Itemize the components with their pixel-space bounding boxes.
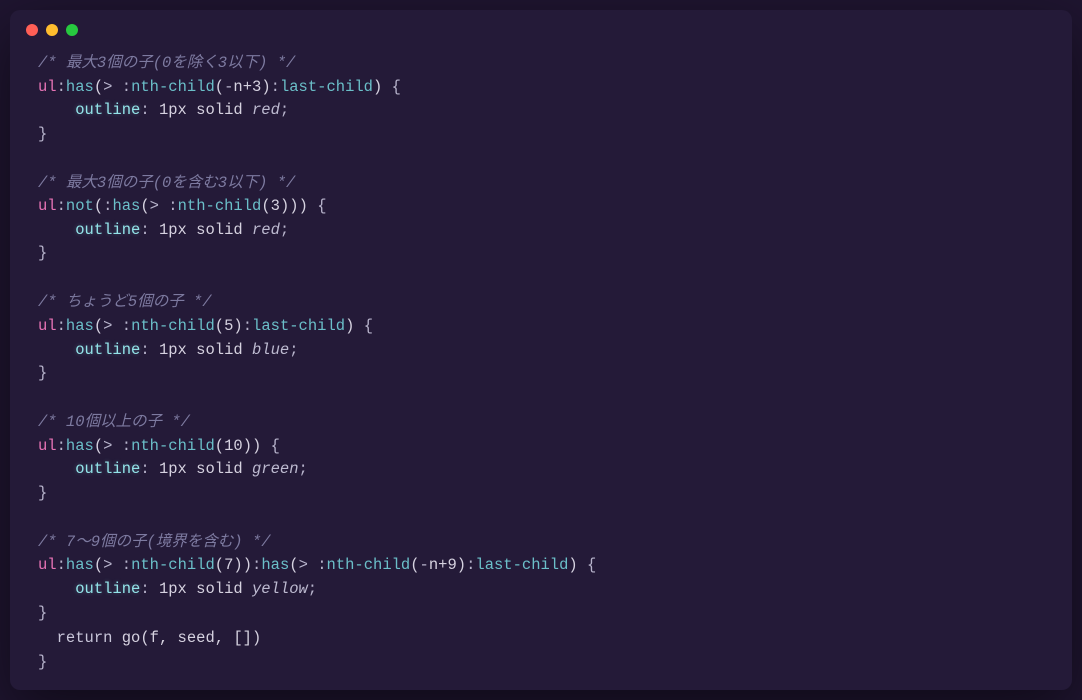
selector-chain: :has(> :nth-child(5):last-child) — [57, 317, 355, 335]
selector-chain: :has(> :nth-child(10)) — [57, 437, 262, 455]
code-comment: /* 7〜9個の子(境界を含む) */ — [38, 533, 271, 551]
selector-tag: ul — [38, 317, 57, 335]
selector-tag: ul — [38, 437, 57, 455]
code-block: /* ちょうど5個の子 */ ul:has(> :nth-child(5):la… — [38, 291, 1044, 385]
css-property: outline — [75, 580, 140, 598]
selector-tag: ul — [38, 197, 57, 215]
return-expr: go(f, seed, []) — [122, 629, 262, 647]
code-comment: /* 最大3個の子(0を除く3以下) */ — [38, 54, 295, 72]
css-value: 1px solid — [159, 101, 243, 119]
code-block: /* 7〜9個の子(境界を含む) */ ul:has(> :nth-child(… — [38, 531, 1044, 625]
traffic-close-icon[interactable] — [26, 24, 38, 36]
code-editor[interactable]: /* 最大3個の子(0を除く3以下) */ ul:has(> :nth-chil… — [10, 42, 1072, 694]
keyword-return: return — [57, 629, 113, 647]
traffic-zoom-icon[interactable] — [66, 24, 78, 36]
code-block: /* 最大3個の子(0を除く3以下) */ ul:has(> :nth-chil… — [38, 52, 1044, 146]
css-color: red — [252, 221, 280, 239]
selector-chain: :not(:has(> :nth-child(3))) — [57, 197, 308, 215]
css-value: 1px solid — [159, 341, 243, 359]
css-color: green — [252, 460, 299, 478]
code-comment: /* 10個以上の子 */ — [38, 413, 190, 431]
code-block: /* 最大3個の子(0を含む3以下) */ ul:not(:has(> :nth… — [38, 172, 1044, 266]
code-window: /* 最大3個の子(0を除く3以下) */ ul:has(> :nth-chil… — [10, 10, 1072, 690]
code-block: /* 10個以上の子 */ ul:has(> :nth-child(10)) {… — [38, 411, 1044, 505]
css-color: red — [252, 101, 280, 119]
css-value: 1px solid — [159, 221, 243, 239]
css-property: outline — [75, 341, 140, 359]
css-property: outline — [75, 460, 140, 478]
css-color: yellow — [252, 580, 308, 598]
css-value: 1px solid — [159, 460, 243, 478]
selector-tag: ul — [38, 556, 57, 574]
css-property: outline — [75, 221, 140, 239]
selector-chain: :has(> :nth-child(7)):has(> :nth-child(-… — [57, 556, 578, 574]
selector-tag: ul — [38, 78, 57, 96]
window-titlebar — [10, 10, 1072, 42]
selector-chain: :has(> :nth-child(-n+3):last-child) — [57, 78, 383, 96]
traffic-minimize-icon[interactable] — [46, 24, 58, 36]
css-property: outline — [75, 101, 140, 119]
css-value: 1px solid — [159, 580, 243, 598]
css-color: blue — [252, 341, 289, 359]
code-comment: /* ちょうど5個の子 */ — [38, 293, 212, 311]
code-comment: /* 最大3個の子(0を含む3以下) */ — [38, 174, 295, 192]
